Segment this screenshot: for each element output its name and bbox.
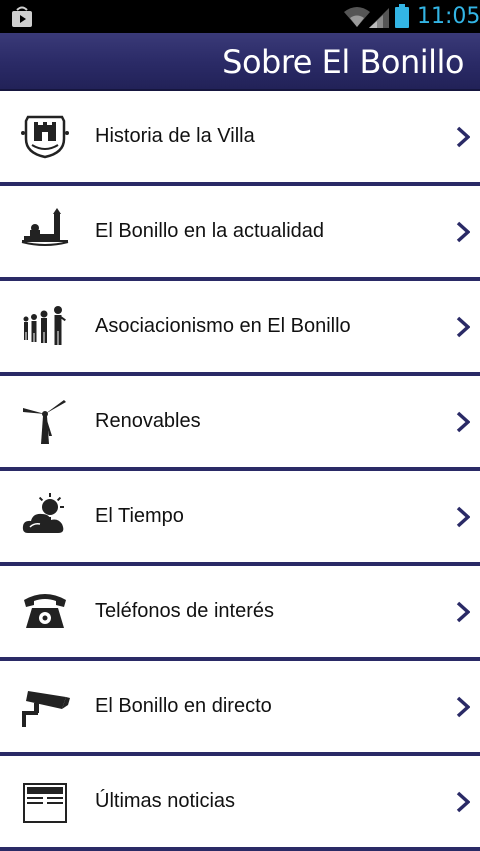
chevron-right-icon (456, 411, 470, 433)
chevron-right-icon (456, 221, 470, 243)
menu-item-historia[interactable]: Historia de la Villa (0, 91, 480, 186)
store-icon (12, 6, 32, 27)
town-skyline-icon (21, 208, 69, 246)
page-title: Sobre El Bonillo (222, 43, 464, 81)
menu-list: Historia de la Villa El Bonillo en la ac… (0, 91, 480, 851)
status-bar: 11:05 (0, 0, 480, 33)
signal-icon (369, 8, 389, 28)
chevron-right-icon (456, 126, 470, 148)
menu-item-noticias[interactable]: Últimas noticias (0, 756, 480, 851)
chevron-right-icon (456, 506, 470, 528)
menu-item-label: El Tiempo (95, 505, 184, 527)
chevron-right-icon (456, 791, 470, 813)
newspaper-icon (23, 783, 67, 823)
chevron-right-icon (456, 601, 470, 623)
menu-item-tiempo[interactable]: El Tiempo (0, 471, 480, 566)
menu-item-label: El Bonillo en directo (95, 695, 272, 717)
telephone-icon (24, 594, 66, 628)
people-group-icon (23, 306, 66, 345)
chevron-right-icon (456, 316, 470, 338)
menu-item-label: Teléfonos de interés (95, 600, 275, 622)
menu-item-label: Últimas noticias (95, 790, 236, 812)
menu-item-label: El Bonillo en la actualidad (95, 220, 325, 242)
menu-item-label: Asociacionismo en El Bonillo (95, 315, 351, 337)
menu-item-asociacionismo[interactable]: Asociacionismo en El Bonillo (0, 281, 480, 376)
menu-item-renovables[interactable]: Renovables (0, 376, 480, 471)
action-bar: Sobre El Bonillo (0, 33, 480, 91)
battery-icon (395, 4, 409, 28)
weather-sun-cloud-icon (22, 493, 64, 533)
status-clock: 11:05 (417, 4, 480, 29)
chevron-right-icon (456, 696, 470, 718)
menu-item-directo[interactable]: El Bonillo en directo (0, 661, 480, 756)
menu-item-label: Renovables (95, 410, 201, 432)
camera-icon (22, 691, 70, 727)
wind-turbine-icon (23, 400, 66, 444)
menu-item-actualidad[interactable]: El Bonillo en la actualidad (0, 186, 480, 281)
menu-item-telefonos[interactable]: Teléfonos de interés (0, 566, 480, 661)
menu-item-label: Historia de la Villa (95, 125, 255, 147)
coat-of-arms-icon (21, 115, 69, 159)
